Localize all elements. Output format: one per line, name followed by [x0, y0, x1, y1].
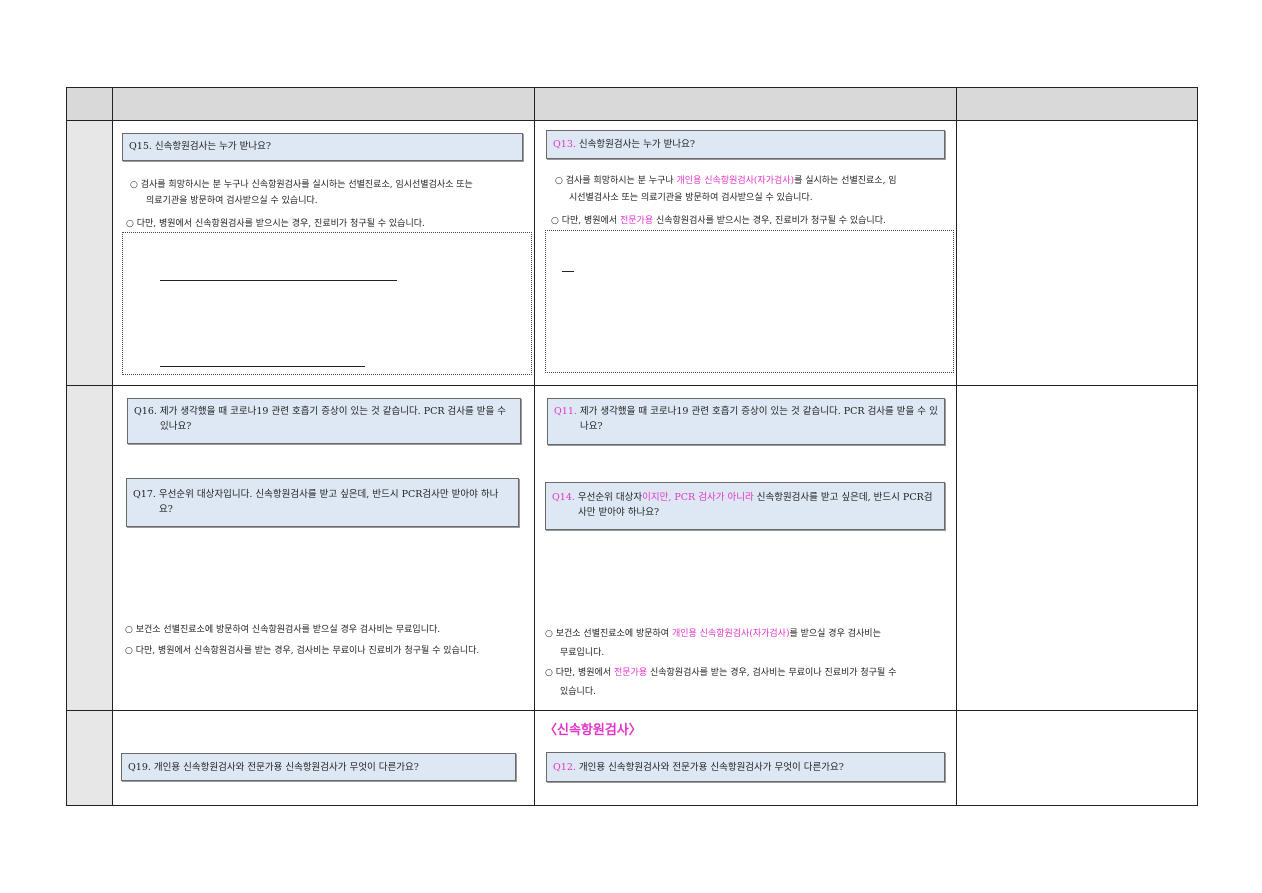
answer-q13-line1: ○ 검사를 희망하시는 분 누구나 개인용 신속항원검사(자가검사)를 실시하는…: [555, 173, 897, 189]
answer-q13-line2-end: 신속항원검사를 받으시는 경우, 진료비가 청구될 수 있습니다.: [653, 216, 886, 226]
answer-q14-line1b: 무료입니다.: [560, 648, 605, 658]
table-border-header: [66, 120, 1198, 121]
question-q13: 신속항원검사는 누가 받나요?: [575, 139, 695, 150]
answer-q17-line1: ○ 보건소 선별진료소에 방문하여 신속항원검사를 받으실 경우 검사비는 무료…: [125, 625, 441, 635]
answer-q17-line2: ○ 다만, 병원에서 신속항원검사를 받는 경우, 검사비는 무료이나 진료비가…: [125, 646, 480, 656]
table-border-bottom: [66, 805, 1198, 806]
answer-q14-line2-start: ○ 다만, 병원에서: [545, 668, 614, 678]
question-number-q13: Q13.: [553, 139, 576, 150]
note-box-right: [545, 230, 954, 373]
table-col-border-2: [534, 87, 535, 806]
answer-q13-line1-highlight: 개인용 신속항원검사(자가검사): [676, 176, 795, 186]
answer-q15-line1b: 의료기관을 방문하여 검사받으실 수 있습니다.: [146, 196, 318, 206]
question-box-q12: Q12. 개인용 신속항원검사와 전문가용 신속항원검사가 무엇이 다른가요?: [546, 752, 945, 782]
answer-q13-line2-start: ○ 다만, 병원에서: [551, 216, 620, 226]
answer-q13-line1b: 시선별검사소 또는 의료기관을 방문하여 검사받으실 수 있습니다.: [569, 193, 813, 203]
answer-q14-line2-end: 신속항원검사를 받는 경우, 검사비는 무료이나 진료비가 청구될 수: [647, 668, 897, 678]
answer-q13-line1-end: 를 실시하는 선별진료소, 임: [794, 176, 897, 186]
answer-q13-line1-start: ○ 검사를 희망하시는 분 누구나: [555, 176, 677, 186]
answer-q14-line2: ○ 다만, 병원에서 전문가용 신속항원검사를 받는 경우, 검사비는 무료이나…: [545, 665, 896, 681]
question-box-q13: Q13. 신속항원검사는 누가 받나요?: [546, 130, 945, 159]
question-number-q12: Q12.: [553, 762, 576, 773]
table-col-border-0: [66, 87, 67, 806]
question-box-q11: Q11. 제가 생각했을 때 코로나19 관련 호흡기 증상이 있는 것 같습니…: [547, 398, 945, 445]
table-border-row2: [66, 710, 1198, 711]
answer-q15-line2: ○ 다만, 병원에서 신속항원검사를 받으시는 경우, 진료비가 청구될 수 있…: [126, 219, 425, 229]
table-col-border-1: [112, 87, 113, 806]
question-q15: Q15. 신속항원검사는 누가 받나요?: [129, 141, 271, 152]
question-q19: Q19. 개인용 신속항원검사와 전문가용 신속항원검사가 무엇이 다른가요?: [128, 762, 419, 773]
table-border-top: [66, 87, 1198, 88]
answer-q13-line2: ○ 다만, 병원에서 전문가용 신속항원검사를 받으시는 경우, 진료비가 청구…: [551, 213, 886, 229]
answer-q14-line1-highlight: 개인용 신속항원검사(자가검사): [671, 629, 790, 639]
question-box-q16: Q16. 제가 생각했을 때 코로나19 관련 호흡기 증상이 있는 것 같습니…: [127, 398, 521, 444]
question-box-q17: Q17. 우선순위 대상자입니다. 신속항원검사를 받고 싶은데, 반드시 PC…: [126, 478, 519, 527]
question-q17: Q17. 우선순위 대상자입니다. 신속항원검사를 받고 싶은데, 반드시 PC…: [133, 489, 499, 515]
row-label-cell-1: [67, 120, 113, 805]
section-heading: 〈신속항원검사〉: [544, 723, 642, 738]
question-q14-highlight: 이지만, PCR 검사가 아니라: [642, 492, 754, 503]
blank-line-3: [562, 271, 574, 272]
note-box-left: [122, 232, 532, 375]
question-q12: 개인용 신속항원검사와 전문가용 신속항원검사가 무엇이 다른가요?: [575, 762, 844, 773]
question-q14-start: 우선순위 대상자: [574, 492, 643, 503]
table-col-border-3: [956, 87, 957, 806]
answer-q15-line1: ○ 검사를 희망하시는 분 누구나 신속항원검사를 실시하는 선별진료소, 임시…: [130, 180, 473, 190]
question-q16: Q16. 제가 생각했을 때 코로나19 관련 호흡기 증상이 있는 것 같습니…: [134, 406, 507, 432]
blank-line-1: [160, 280, 397, 281]
answer-q14-line2-highlight: 전문가용: [613, 668, 648, 678]
answer-q14-line2b: 있습니다.: [560, 687, 596, 697]
table-header-row: [67, 88, 1197, 120]
question-q11: 제가 생각했을 때 코로나19 관련 호흡기 증상이 있는 것 같습니다. PC…: [576, 406, 938, 432]
question-box-q15: Q15. 신속항원검사는 누가 받나요?: [122, 133, 523, 161]
table-border-row1: [66, 385, 1198, 386]
table-col-border-4: [1197, 87, 1198, 806]
blank-line-2: [160, 366, 365, 367]
question-box-q14: Q14. 우선순위 대상자이지만, PCR 검사가 아니라 신속항원검사를 받고…: [545, 482, 945, 530]
answer-q14-line1-end: 를 받으실 경우 검사비는: [789, 629, 881, 639]
question-box-q19: Q19. 개인용 신속항원검사와 전문가용 신속항원검사가 무엇이 다른가요?: [121, 753, 516, 781]
answer-q13-line2-highlight: 전문가용: [619, 216, 654, 226]
question-number-q14: Q14.: [552, 492, 575, 503]
answer-q14-line1: ○ 보건소 선별진료소에 방문하여 개인용 신속항원검사(자가검사)를 받으실 …: [545, 626, 881, 642]
question-number-q11: Q11.: [554, 406, 577, 417]
answer-q14-line1-start: ○ 보건소 선별진료소에 방문하여: [545, 629, 672, 639]
